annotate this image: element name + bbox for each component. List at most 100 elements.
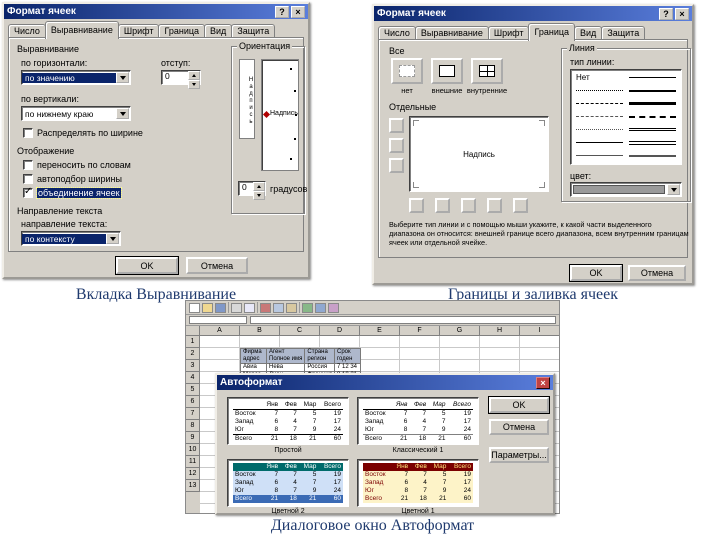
spin-up-icon[interactable]	[253, 182, 265, 191]
tab-view[interactable]: Вид	[204, 24, 233, 38]
cancel-button[interactable]: Отмена	[186, 257, 248, 274]
border-center-toggle-button[interactable]	[435, 198, 450, 213]
border-bottom-toggle-button[interactable]	[389, 158, 404, 173]
open-icon[interactable]	[202, 302, 213, 313]
select-all-corner[interactable]	[186, 326, 200, 336]
formula-input[interactable]	[250, 316, 556, 324]
line-style-option[interactable]	[626, 84, 679, 97]
degrees-stepper[interactable]: 0	[238, 181, 266, 200]
border-right-toggle-button[interactable]	[461, 198, 476, 213]
line-style-list[interactable]: Нет	[570, 69, 682, 165]
line-style-option[interactable]	[626, 71, 679, 84]
tab-alignment[interactable]: Выравнивание	[44, 21, 119, 39]
orientation-vertical-text-control[interactable]: Надпись	[239, 59, 255, 139]
chevron-down-icon[interactable]	[116, 72, 129, 83]
color-combobox[interactable]	[570, 182, 682, 197]
justify-distributed-checkbox[interactable]: Распределять по ширине	[23, 128, 143, 138]
border-diag-down-toggle-button[interactable]	[513, 198, 528, 213]
checkbox-icon[interactable]	[23, 186, 33, 198]
help-icon[interactable]: ?	[275, 5, 289, 18]
help-icon[interactable]: ?	[659, 7, 673, 20]
tab-view[interactable]: Вид	[574, 26, 603, 40]
autoformat-sample-classic1[interactable]: Янв Фев Мар Всего Восток 7 7 5 19 Запад 6 4 7 17 Юг 8 7 9…	[357, 397, 479, 445]
name-box[interactable]	[189, 316, 247, 324]
cancel-button[interactable]: Отмена	[489, 419, 549, 435]
options-button[interactable]: Параметры...	[489, 447, 549, 463]
line-style-option[interactable]	[626, 149, 679, 162]
save-icon[interactable]	[215, 302, 226, 313]
orientation-dial-control[interactable]: Надпись	[261, 59, 299, 171]
copy-icon[interactable]	[273, 302, 284, 313]
ok-button[interactable]: OK	[570, 265, 622, 281]
border-outline-button[interactable]	[431, 58, 463, 84]
direction-combobox[interactable]: по контексту	[21, 231, 121, 246]
line-style-option[interactable]	[626, 123, 679, 136]
line-style-option[interactable]	[573, 123, 626, 136]
tab-font[interactable]: Шрифт	[487, 26, 530, 40]
line-style-option[interactable]	[573, 110, 626, 123]
chevron-down-icon[interactable]	[106, 233, 119, 244]
border-inside-button[interactable]	[471, 58, 503, 84]
dialog-titlebar[interactable]: Формат ячеек ? ×	[374, 6, 692, 21]
wrap-text-checkbox[interactable]: переносить по словам	[23, 160, 131, 170]
format-cells-alignment-dialog: Формат ячеек ? × Число Выравнивание Шриф…	[2, 2, 310, 279]
autoformat-sample-simple[interactable]: Янв Фев Мар Всего Восток 7 7 5 19 Запад 6 4 7 17 Юг 8 7 9…	[227, 397, 349, 445]
dialog-title: Автоформат	[220, 377, 283, 388]
line-style-option[interactable]	[626, 136, 679, 149]
column-letters[interactable]: ABCDEFGHI	[200, 326, 559, 336]
autosum-icon[interactable]	[302, 302, 313, 313]
tab-number[interactable]: Число	[8, 24, 46, 38]
border-none-button[interactable]	[391, 58, 423, 84]
checkbox-icon[interactable]	[23, 160, 33, 170]
ok-button[interactable]: OK	[116, 257, 178, 274]
line-style-option[interactable]	[573, 149, 626, 162]
spin-up-icon[interactable]	[188, 71, 200, 80]
print-preview-icon[interactable]	[244, 302, 255, 313]
line-style-option[interactable]	[573, 97, 626, 110]
border-preview[interactable]: Надпись	[409, 116, 549, 192]
spin-down-icon[interactable]	[188, 80, 200, 89]
vertical-combobox[interactable]: по нижнему краю	[21, 106, 131, 121]
border-middle-toggle-button[interactable]	[389, 138, 404, 153]
ok-button[interactable]: OK	[489, 397, 549, 413]
shrink-to-fit-checkbox[interactable]: автоподбор ширины	[23, 174, 122, 184]
dialog-titlebar[interactable]: Формат ячеек ? ×	[4, 4, 308, 19]
tab-protection[interactable]: Защита	[231, 24, 276, 38]
horizontal-combobox[interactable]: по значению	[21, 70, 131, 85]
border-left-toggle-button[interactable]	[409, 198, 424, 213]
border-top-toggle-button[interactable]	[389, 118, 404, 133]
line-style-option[interactable]	[626, 97, 679, 110]
paste-icon[interactable]	[286, 302, 297, 313]
tab-border[interactable]: Граница	[158, 24, 206, 38]
close-icon[interactable]: ×	[536, 376, 550, 389]
sort-icon[interactable]	[315, 302, 326, 313]
row-headers[interactable]: 1 2 3 4 5 6 7 8 9 10 11 12 13	[186, 336, 200, 513]
cancel-button[interactable]: Отмена	[628, 265, 686, 281]
indent-stepper[interactable]: 0	[161, 70, 201, 89]
dialog-titlebar[interactable]: Автоформат ×	[217, 375, 553, 390]
chevron-down-icon[interactable]	[667, 184, 680, 195]
spin-down-icon[interactable]	[253, 191, 265, 200]
print-icon[interactable]	[231, 302, 242, 313]
tab-border[interactable]: Граница	[528, 23, 576, 41]
checkbox-icon[interactable]	[23, 128, 33, 138]
autoformat-sample-color2[interactable]: Янв Фев Мар Всего Восток 7 7 5 19 Запад 6 4 7 17 Юг 8 7 9…	[227, 459, 349, 507]
close-icon[interactable]: ×	[675, 7, 689, 20]
autoformat-sample-color1[interactable]: Янв Фев Мар Всего Восток 7 7 5 19 Запад 6 4 7 17 Юг 8 7 9…	[357, 459, 479, 507]
border-diag-up-toggle-button[interactable]	[487, 198, 502, 213]
merge-cells-checkbox[interactable]: объединение ячеек	[23, 186, 122, 199]
tab-protection[interactable]: Защита	[601, 26, 646, 40]
chart-icon[interactable]	[328, 302, 339, 313]
chevron-down-icon[interactable]	[116, 108, 129, 119]
tab-font[interactable]: Шрифт	[117, 24, 160, 38]
line-style-option[interactable]	[573, 84, 626, 97]
line-style-option[interactable]	[573, 136, 626, 149]
new-icon[interactable]	[189, 302, 200, 313]
tab-alignment[interactable]: Выравнивание	[414, 26, 489, 40]
cut-icon[interactable]	[260, 302, 271, 313]
line-style-none-option[interactable]: Нет	[573, 71, 626, 84]
tab-number[interactable]: Число	[378, 26, 416, 40]
close-icon[interactable]: ×	[291, 5, 305, 18]
checkbox-icon[interactable]	[23, 174, 33, 184]
line-style-option[interactable]	[626, 110, 679, 123]
